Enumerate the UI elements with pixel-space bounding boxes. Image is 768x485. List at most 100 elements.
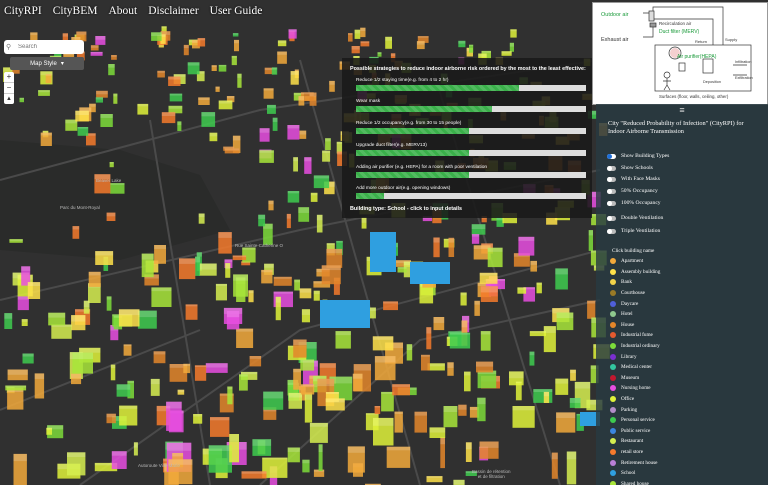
building-roof (326, 248, 343, 254)
zoom-out-button[interactable]: − (4, 83, 14, 94)
legend-item[interactable]: Nursing home (610, 383, 660, 394)
building-type-link[interactable]: Building type: School - click to input d… (350, 206, 462, 212)
building-block[interactable] (215, 283, 227, 301)
toggle-switch[interactable] (607, 200, 616, 206)
building-block[interactable] (194, 365, 207, 381)
toggle-face-masks[interactable]: With Face Masks (607, 176, 660, 182)
compass-icon[interactable]: ▲ (4, 94, 14, 104)
building-roof (309, 92, 317, 97)
legend-item[interactable]: Assembly building (610, 267, 660, 278)
legend-item[interactable]: Parking (610, 404, 660, 415)
toggle-triple-ventilation[interactable]: Triple Ventilation (607, 228, 660, 234)
building-legend: Apartment Assembly building Bank Courthouse… (610, 256, 660, 485)
legend-item[interactable]: Museum (610, 373, 660, 384)
toggle-switch[interactable] (607, 165, 616, 171)
building-roof (90, 45, 99, 48)
search-input[interactable] (18, 44, 80, 50)
legend-item[interactable]: Hotel (610, 309, 660, 320)
legend-item[interactable]: Library (610, 351, 660, 362)
building-roof (293, 157, 298, 162)
nav-cityrpi[interactable]: CityRPI (4, 5, 42, 17)
legend-item[interactable]: Public service (610, 426, 660, 437)
building-block[interactable] (515, 381, 522, 401)
building-roof (116, 384, 131, 390)
building-roof (226, 310, 240, 318)
legend-item[interactable]: Apartment (610, 256, 660, 267)
infiltration-label: Infiltration (735, 60, 751, 64)
deposition-label: Deposition (703, 80, 721, 84)
building-roof (354, 29, 361, 34)
building-roof (40, 132, 52, 136)
building-roof (46, 427, 52, 430)
building-block[interactable] (421, 354, 430, 371)
nav-user-guide[interactable]: User Guide (210, 5, 263, 17)
strategy-label: Upgrade duct filter(e.g. MERV13) (356, 143, 427, 148)
legend-color-icon (610, 343, 616, 350)
toggle-schools[interactable]: Show Schools (607, 165, 653, 171)
toggle-50-occupancy[interactable]: 50% Occupancy (607, 188, 658, 194)
building-block[interactable] (394, 411, 403, 433)
building-roof (461, 320, 468, 328)
building-roof (510, 29, 517, 32)
legend-item[interactable]: Shared house (610, 478, 660, 485)
building-roof (373, 417, 394, 426)
legend-item[interactable]: Industrial ordinary (610, 341, 660, 352)
toggle-building-types[interactable]: Show Building Types (607, 153, 669, 159)
strategy-bar-fill (356, 172, 469, 178)
zoom-in-button[interactable]: + (4, 72, 14, 83)
toggle-switch[interactable] (607, 153, 616, 159)
legend-item[interactable]: School (610, 468, 660, 479)
legend-item[interactable]: Courthouse (610, 288, 660, 299)
building-roof (195, 256, 200, 263)
building-roof (385, 36, 392, 41)
building-roof (154, 245, 166, 249)
building-roof (161, 26, 167, 29)
map-style-button[interactable]: Map Style ▾ (10, 57, 84, 70)
legend-item[interactable]: Office (610, 394, 660, 405)
legend-color-icon (610, 480, 616, 485)
building-roof (478, 53, 487, 57)
building-roof (426, 476, 443, 478)
building-roof (329, 80, 335, 85)
legend-item[interactable]: Bank (610, 277, 660, 288)
toggle-switch[interactable] (607, 215, 616, 221)
building-block[interactable] (239, 374, 248, 391)
legend-item[interactable]: Industrial fume (610, 330, 660, 341)
building-block[interactable] (381, 391, 394, 412)
building-roof (166, 442, 192, 451)
legend-item[interactable]: Restaurant (610, 436, 660, 447)
building-roof (224, 148, 240, 151)
toggle-switch[interactable] (607, 228, 616, 234)
toggle-switch[interactable] (607, 176, 616, 182)
legend-item[interactable]: Daycare (610, 298, 660, 309)
legend-item[interactable]: House (610, 320, 660, 331)
menu-icon[interactable]: ≡ (596, 104, 768, 116)
school-building[interactable] (320, 300, 370, 328)
building-roof (208, 445, 232, 451)
strategy-label: Reduce 1/2 occupancy(e.g. from 30 to 15 … (356, 121, 462, 126)
legend-item[interactable]: Retirement house (610, 457, 660, 468)
legend-item[interactable]: retail store (610, 447, 660, 458)
strategy-label: Wear mask (356, 99, 381, 104)
toggle-double-ventilation[interactable]: Double Ventilation (607, 215, 663, 221)
building-block[interactable] (449, 332, 471, 349)
building-roof (299, 130, 307, 135)
nav-about[interactable]: About (108, 5, 137, 17)
legend-item[interactable]: Medical center (610, 362, 660, 373)
building-roof (169, 93, 183, 96)
school-building[interactable] (410, 262, 450, 284)
strategy-bar (356, 150, 586, 156)
building-block[interactable] (185, 304, 198, 320)
legend-item[interactable]: Personal service (610, 415, 660, 426)
building-roof (518, 236, 535, 241)
nav-citybem[interactable]: CityBEM (53, 5, 98, 17)
toggle-100-occupancy[interactable]: 100% Occupancy (607, 200, 661, 206)
building-roof (137, 103, 149, 107)
building-roof (414, 411, 427, 416)
building-roof (421, 354, 430, 357)
building-roof (372, 336, 394, 340)
school-building[interactable] (370, 232, 396, 272)
toggle-switch[interactable] (607, 188, 616, 194)
nav-disclaimer[interactable]: Disclaimer (148, 5, 198, 17)
building-block[interactable] (242, 247, 256, 263)
